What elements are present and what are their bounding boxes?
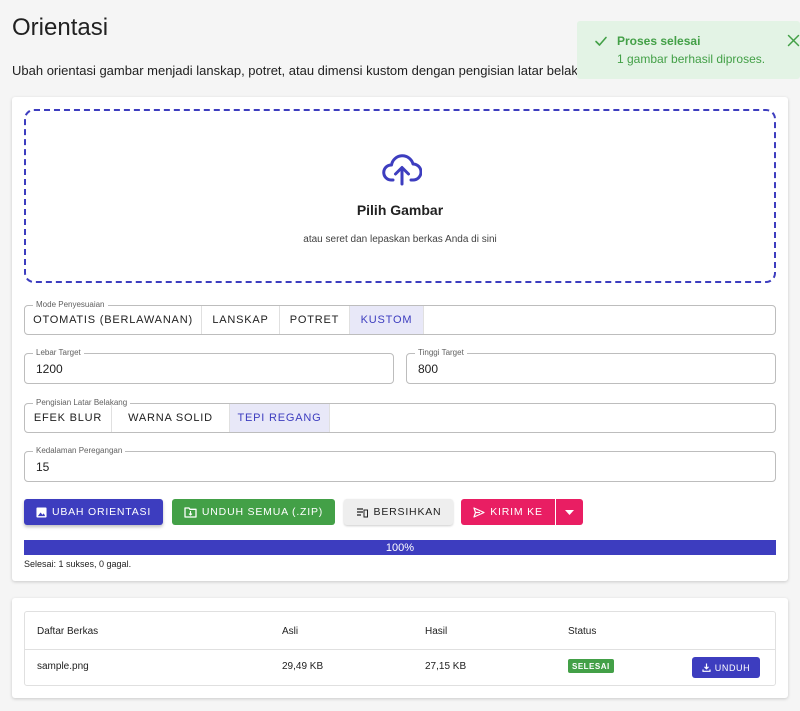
download-all-button[interactable]: UNDUH SEMUA (.ZIP) — [172, 499, 335, 525]
column-header-status: Status — [568, 626, 597, 637]
progress-summary: Selesai: 1 sukses, 0 gagal. — [24, 559, 132, 569]
file-result-size: 27,15 KB — [425, 661, 467, 672]
target-height-field[interactable]: Tinggi Target 800 — [406, 348, 776, 384]
success-toast: Proses selesai 1 gambar berhasil diprose… — [577, 21, 800, 79]
target-height-label: Tinggi Target — [415, 348, 467, 358]
image-icon — [36, 506, 47, 518]
files-table: Daftar Berkas Asli Hasil Status sample.p… — [24, 611, 776, 686]
target-height-value[interactable]: 800 — [418, 362, 438, 376]
files-card: Daftar Berkas Asli Hasil Status sample.p… — [12, 598, 788, 698]
dropzone-title: Pilih Gambar — [356, 202, 444, 218]
column-header-file-list: Daftar Berkas — [37, 626, 99, 637]
page-description: Ubah orientasi gambar menjadi lanskap, p… — [12, 63, 600, 78]
progress-label: 100% — [385, 541, 415, 554]
stretch-depth-value[interactable]: 15 — [36, 460, 49, 474]
folder-download-icon — [184, 506, 197, 518]
fill-mode-solid[interactable]: WARNA SOLID — [112, 404, 230, 432]
stretch-depth-field[interactable]: Kedalaman Peregangan 15 — [24, 446, 776, 482]
send-icon — [473, 506, 485, 518]
table-divider — [25, 649, 775, 650]
file-dropzone[interactable]: Pilih Gambar atau seret dan lepaskan ber… — [24, 109, 776, 283]
file-name: sample.png — [37, 661, 89, 672]
stretch-depth-label: Kedalaman Peregangan — [33, 446, 126, 456]
page-title: Orientasi — [12, 14, 109, 41]
dropzone-subtitle: atau seret dan lepaskan berkas Anda di s… — [303, 234, 497, 245]
convert-button[interactable]: UBAH ORIENTASI — [24, 499, 163, 525]
fill-mode-blur[interactable]: EFEK BLUR — [25, 404, 112, 432]
clear-button[interactable]: BERSIHKAN — [344, 499, 453, 525]
fit-mode-portrait[interactable]: POTRET — [280, 306, 350, 334]
clear-list-icon — [356, 507, 368, 517]
download-file-button[interactable]: UNDUH — [692, 657, 760, 678]
clear-button-label: BERSIHKAN — [373, 506, 442, 518]
column-header-result: Hasil — [425, 626, 448, 637]
check-icon — [595, 36, 607, 46]
fit-mode-group: Mode Penyesuaian OTOMATIS (BERLAWANAN) L… — [24, 300, 776, 335]
download-file-button-label: UNDUH — [714, 662, 751, 673]
target-width-field[interactable]: Lebar Target 1200 — [24, 348, 394, 384]
send-to-button-label: KIRIM KE — [490, 506, 543, 518]
send-to-dropdown-button[interactable] — [556, 499, 583, 525]
fill-mode-group: Pengisian Latar Belakang EFEK BLUR WARNA… — [24, 398, 776, 433]
toast-message: 1 gambar berhasil diproses. — [617, 52, 766, 66]
target-width-label: Lebar Target — [33, 348, 84, 358]
fit-mode-auto[interactable]: OTOMATIS (BERLAWANAN) — [25, 306, 202, 334]
column-header-original: Asli — [282, 626, 299, 637]
fit-mode-landscape[interactable]: LANSKAP — [202, 306, 280, 334]
main-card: Pilih Gambar atau seret dan lepaskan ber… — [12, 97, 788, 581]
cloud-upload-icon — [382, 154, 422, 186]
fill-mode-stretch[interactable]: TEPI REGANG — [230, 404, 330, 432]
progress-bar: 100% — [24, 540, 776, 555]
send-to-button[interactable]: KIRIM KE — [461, 499, 555, 525]
toast-title: Proses selesai — [617, 34, 701, 48]
fit-mode-custom[interactable]: KUSTOM — [350, 306, 424, 334]
caret-down-icon — [565, 509, 574, 515]
convert-button-label: UBAH ORIENTASI — [51, 506, 152, 518]
file-original-size: 29,49 KB — [282, 661, 324, 672]
target-width-value[interactable]: 1200 — [36, 362, 63, 376]
download-icon — [702, 663, 711, 672]
download-all-button-label: UNDUH SEMUA (.ZIP) — [201, 506, 324, 518]
close-icon[interactable] — [787, 34, 800, 47]
status-badge: SELESAI — [568, 659, 614, 673]
